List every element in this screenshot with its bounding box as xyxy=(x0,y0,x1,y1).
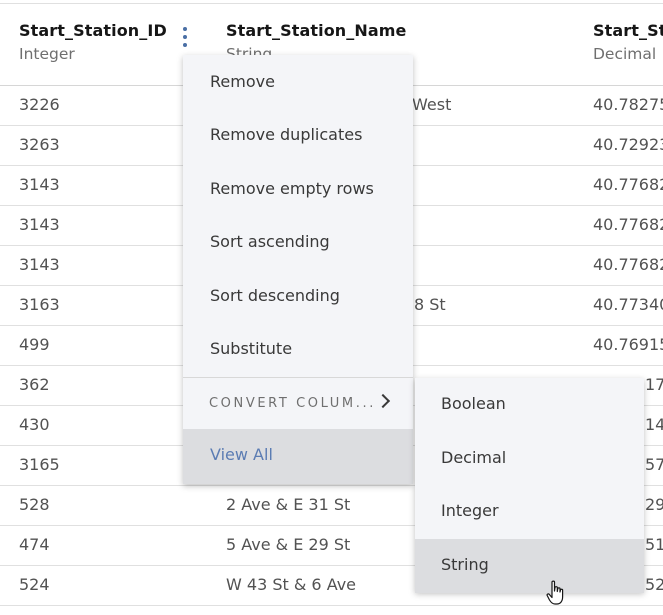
cell-lat: 527 xyxy=(645,575,663,594)
cell-id: 3143 xyxy=(19,175,60,194)
cell-id: 474 xyxy=(19,535,50,554)
cell-lat: 40.77682 xyxy=(593,255,663,274)
cell-id: 362 xyxy=(19,375,50,394)
menu-item-sort-descending[interactable]: Sort descending xyxy=(183,269,413,322)
cell-lat: 40.72923 xyxy=(593,135,663,154)
menu-item-sort-ascending[interactable]: Sort ascending xyxy=(183,215,413,268)
cell-lat: 40.77682 xyxy=(593,175,663,194)
submenu-item-integer[interactable]: Integer xyxy=(415,485,644,539)
column-name: Start_Stat xyxy=(593,21,663,40)
cell-id: 3226 xyxy=(19,95,60,114)
menu-item-substitute[interactable]: Substitute xyxy=(183,322,413,375)
cell-id: 430 xyxy=(19,415,50,434)
cell-id: 528 xyxy=(19,495,50,514)
column-type: Decimal xyxy=(593,45,657,63)
cell-lat: 290 xyxy=(645,495,663,514)
column-header-start-station-lat[interactable]: Start_Stat Decimal xyxy=(593,21,663,63)
convert-type-submenu: Boolean Decimal Integer String xyxy=(415,378,644,593)
cell-id: 3165 xyxy=(19,455,60,474)
cell-id: 3263 xyxy=(19,135,60,154)
cell-id: 3163 xyxy=(19,295,60,314)
cell-id: 499 xyxy=(19,335,50,354)
cell-name: 2 Ave & E 31 St xyxy=(226,495,351,514)
cell-lat: 579 xyxy=(645,455,663,474)
hand-cursor-icon xyxy=(546,580,564,605)
cell-lat: 148 xyxy=(645,415,663,434)
menu-item-remove[interactable]: Remove xyxy=(183,55,413,108)
column-name: Start_Station_ID xyxy=(19,21,167,40)
column-header-start-station-id[interactable]: Start_Station_ID Integer xyxy=(19,21,167,63)
cell-lat: 172 xyxy=(645,375,663,394)
menu-item-remove-duplicates[interactable]: Remove duplicates xyxy=(183,108,413,161)
column-name: Start_Station_Name xyxy=(226,21,407,40)
cell-lat: 40.76915 xyxy=(593,335,663,354)
cell-name: West xyxy=(412,95,452,114)
cell-lat: 40.77340 xyxy=(593,295,663,314)
cell-id: 3143 xyxy=(19,255,60,274)
cell-lat: 40.78275 xyxy=(593,95,663,114)
column-options-icon[interactable] xyxy=(178,24,192,50)
chevron-right-icon xyxy=(375,393,391,409)
cell-name: 5 Ave & E 29 St xyxy=(226,535,351,554)
cell-name: 8 St xyxy=(414,295,446,314)
menu-item-convert-column[interactable]: CONVERT COLUM... xyxy=(183,378,413,429)
submenu-item-decimal[interactable]: Decimal xyxy=(415,432,644,486)
convert-label: CONVERT COLUM... xyxy=(209,396,376,411)
view-all-link[interactable]: View All xyxy=(183,429,413,484)
cell-id: 3143 xyxy=(19,215,60,234)
cell-lat: 516 xyxy=(645,535,663,554)
cell-id: 524 xyxy=(19,575,50,594)
cell-name: W 43 St & 6 Ave xyxy=(226,575,357,594)
column-type: Integer xyxy=(19,45,75,63)
submenu-item-string[interactable]: String xyxy=(415,539,644,593)
submenu-item-boolean[interactable]: Boolean xyxy=(415,378,644,432)
menu-item-remove-empty-rows[interactable]: Remove empty rows xyxy=(183,162,413,215)
column-actions-menu: Remove Remove duplicates Remove empty ro… xyxy=(183,55,413,484)
cell-lat: 40.77682 xyxy=(593,215,663,234)
